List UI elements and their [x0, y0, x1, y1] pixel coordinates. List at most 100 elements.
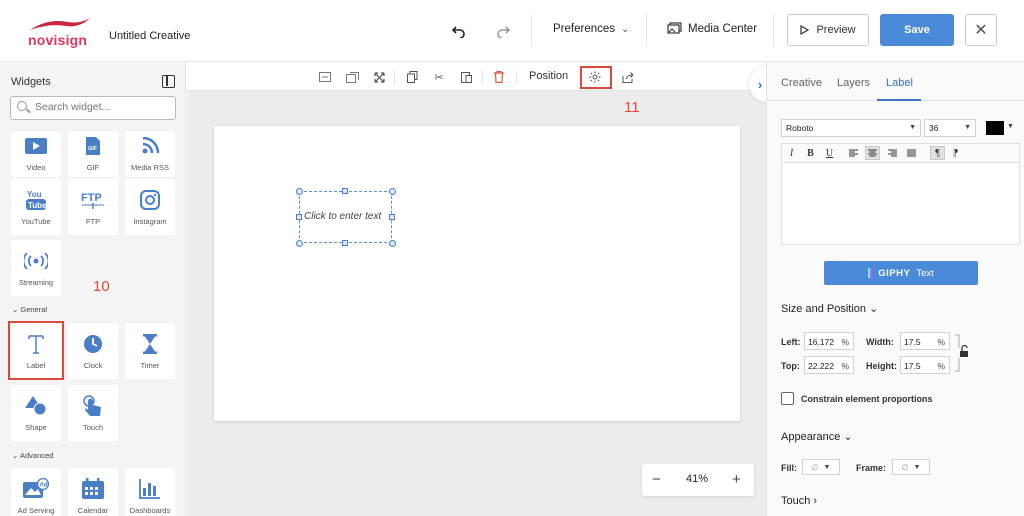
font-family-select[interactable]: Roboto ▼	[781, 119, 921, 137]
tab-creative[interactable]: Creative	[781, 77, 822, 89]
widget-tile-shape[interactable]: Shape	[11, 385, 61, 441]
resize-handle[interactable]	[296, 240, 303, 247]
font-family-value: Roboto	[786, 123, 814, 133]
search-input[interactable]	[35, 101, 173, 113]
touch-section[interactable]: Touch ›	[781, 495, 817, 507]
frame-select[interactable]: ∅ ▼	[892, 459, 930, 475]
chevron-down-icon: ⌄	[843, 431, 853, 443]
widget-tile-streaming[interactable]: Streaming	[11, 240, 61, 296]
gif-icon: GIF	[79, 133, 107, 159]
left-input[interactable]: 16.172%	[804, 332, 854, 350]
widget-tile-calendar[interactable]: Calendar	[68, 468, 118, 516]
widget-tile-youtube[interactable]: You Tube YouTube	[11, 179, 61, 235]
zoom-in-button[interactable]: +	[732, 471, 741, 488]
width-input[interactable]: 17.5%	[900, 332, 950, 350]
preview-label: Preview	[816, 24, 856, 36]
widget-tile-touch[interactable]: Touch	[68, 385, 118, 441]
resize-handle[interactable]	[296, 188, 303, 195]
fullscreen-icon[interactable]	[372, 70, 386, 84]
tab-label[interactable]: Label	[886, 77, 913, 89]
widget-tile-clock[interactable]: Clock	[68, 323, 118, 379]
undo-icon[interactable]	[450, 22, 468, 40]
resize-handle[interactable]	[342, 240, 348, 246]
collapse-sidebar-icon[interactable]	[162, 75, 175, 88]
chevron-down-icon[interactable]: ⌄	[621, 24, 629, 35]
section-advanced[interactable]: ⌄ Advanced	[12, 451, 53, 460]
fill-color-select[interactable]: ∅ ▼	[802, 459, 840, 475]
width-label: Width:	[866, 337, 894, 347]
widget-tile-ftp[interactable]: FTP FTP	[68, 179, 118, 235]
top-input[interactable]: 22.222%	[804, 356, 854, 374]
constrain-proportions-checkbox[interactable]	[781, 392, 794, 405]
size-position-section[interactable]: Size and Position ⌄	[781, 302, 878, 315]
constrain-proportions-label: Constrain element proportions	[801, 394, 933, 404]
widget-tile-instagram[interactable]: Instagram	[125, 179, 175, 235]
media-center-button[interactable]: Media Center	[667, 22, 757, 35]
ltr-paragraph-icon[interactable]: ¶	[930, 146, 945, 160]
resize-handle[interactable]	[389, 214, 395, 220]
delete-icon[interactable]	[492, 70, 506, 84]
preview-button[interactable]: Preview	[787, 14, 869, 46]
creative-stage[interactable]: Click to enter text	[214, 126, 740, 421]
label-text-editor[interactable]	[781, 162, 1020, 245]
align-justify-icon[interactable]	[904, 146, 919, 160]
widget-tile-dashboards[interactable]: Dashboards	[125, 468, 175, 516]
cut-icon[interactable]: ✂	[432, 70, 446, 84]
widget-tile-video[interactable]: Video	[11, 131, 61, 177]
giphy-icon	[868, 268, 873, 278]
widgets-title: Widgets	[11, 76, 51, 88]
giphy-brand: GIPHY	[878, 267, 911, 279]
widget-tile-timer[interactable]: Timer	[125, 323, 175, 379]
redo-icon[interactable]	[494, 22, 512, 40]
resize-handle[interactable]	[389, 188, 396, 195]
resize-handle[interactable]	[389, 240, 396, 247]
panel-tabs: Creative Layers Label	[767, 63, 1024, 101]
italic-icon[interactable]: I	[784, 146, 799, 160]
close-icon[interactable]: ✕	[965, 14, 997, 46]
bold-icon[interactable]: B	[803, 146, 818, 160]
preferences-menu[interactable]: Preferences	[553, 23, 615, 35]
widget-tile-media-rss[interactable]: Media RSS	[125, 131, 175, 177]
font-size-select[interactable]: 36 ▼	[924, 119, 976, 137]
share-icon[interactable]	[621, 70, 635, 84]
aspect-lock-icon[interactable]	[955, 334, 969, 372]
search-widget-field[interactable]	[10, 96, 176, 120]
dropdown-arrow-icon[interactable]: ▼	[1007, 123, 1014, 130]
resize-handle[interactable]	[342, 188, 348, 194]
left-value: 16.172	[808, 337, 834, 347]
no-frame-icon: ∅	[901, 462, 909, 472]
resize-handle[interactable]	[296, 214, 302, 220]
paste-icon[interactable]	[459, 70, 473, 84]
no-fill-icon: ∅	[811, 462, 819, 472]
copy-icon[interactable]	[405, 70, 419, 84]
document-title[interactable]: Untitled Creative	[109, 30, 190, 42]
underline-icon[interactable]: U	[822, 146, 837, 160]
brand-name: novisign	[28, 32, 88, 48]
rtl-paragraph-icon[interactable]: ¶	[948, 146, 963, 160]
element-toolbar: ✂ Position	[187, 63, 766, 91]
save-button[interactable]: Save	[880, 14, 954, 46]
format-toolbar: I B U ¶ ¶	[781, 143, 1020, 161]
left-label: Left:	[781, 337, 801, 347]
text-color-swatch[interactable]	[986, 121, 1004, 135]
tab-layers[interactable]: Layers	[837, 77, 870, 89]
zoom-out-button[interactable]: −	[652, 471, 661, 488]
widget-tile-ad-serving[interactable]: Ad Ad Serving	[11, 468, 61, 516]
giphy-text-button[interactable]: GIPHY Text	[824, 261, 978, 285]
label-placeholder-text[interactable]: Click to enter text	[304, 211, 381, 222]
divider	[516, 70, 517, 84]
widget-label: Video	[26, 163, 46, 172]
fit-height-icon[interactable]	[345, 70, 359, 84]
fit-width-icon[interactable]	[318, 70, 332, 84]
height-input[interactable]: 17.5%	[900, 356, 950, 374]
widget-tile-gif[interactable]: GIF GIF	[68, 131, 118, 177]
align-right-icon[interactable]	[885, 146, 900, 160]
appearance-section[interactable]: Appearance ⌄	[781, 430, 853, 443]
align-center-icon[interactable]	[865, 146, 880, 160]
widget-label: Dashboards	[129, 506, 171, 515]
svg-text:GIF: GIF	[88, 146, 98, 152]
section-general[interactable]: ⌄ General	[12, 305, 47, 314]
annotation-step-10: 10	[93, 278, 110, 295]
position-menu[interactable]: Position	[529, 70, 568, 82]
align-left-icon[interactable]	[846, 146, 861, 160]
